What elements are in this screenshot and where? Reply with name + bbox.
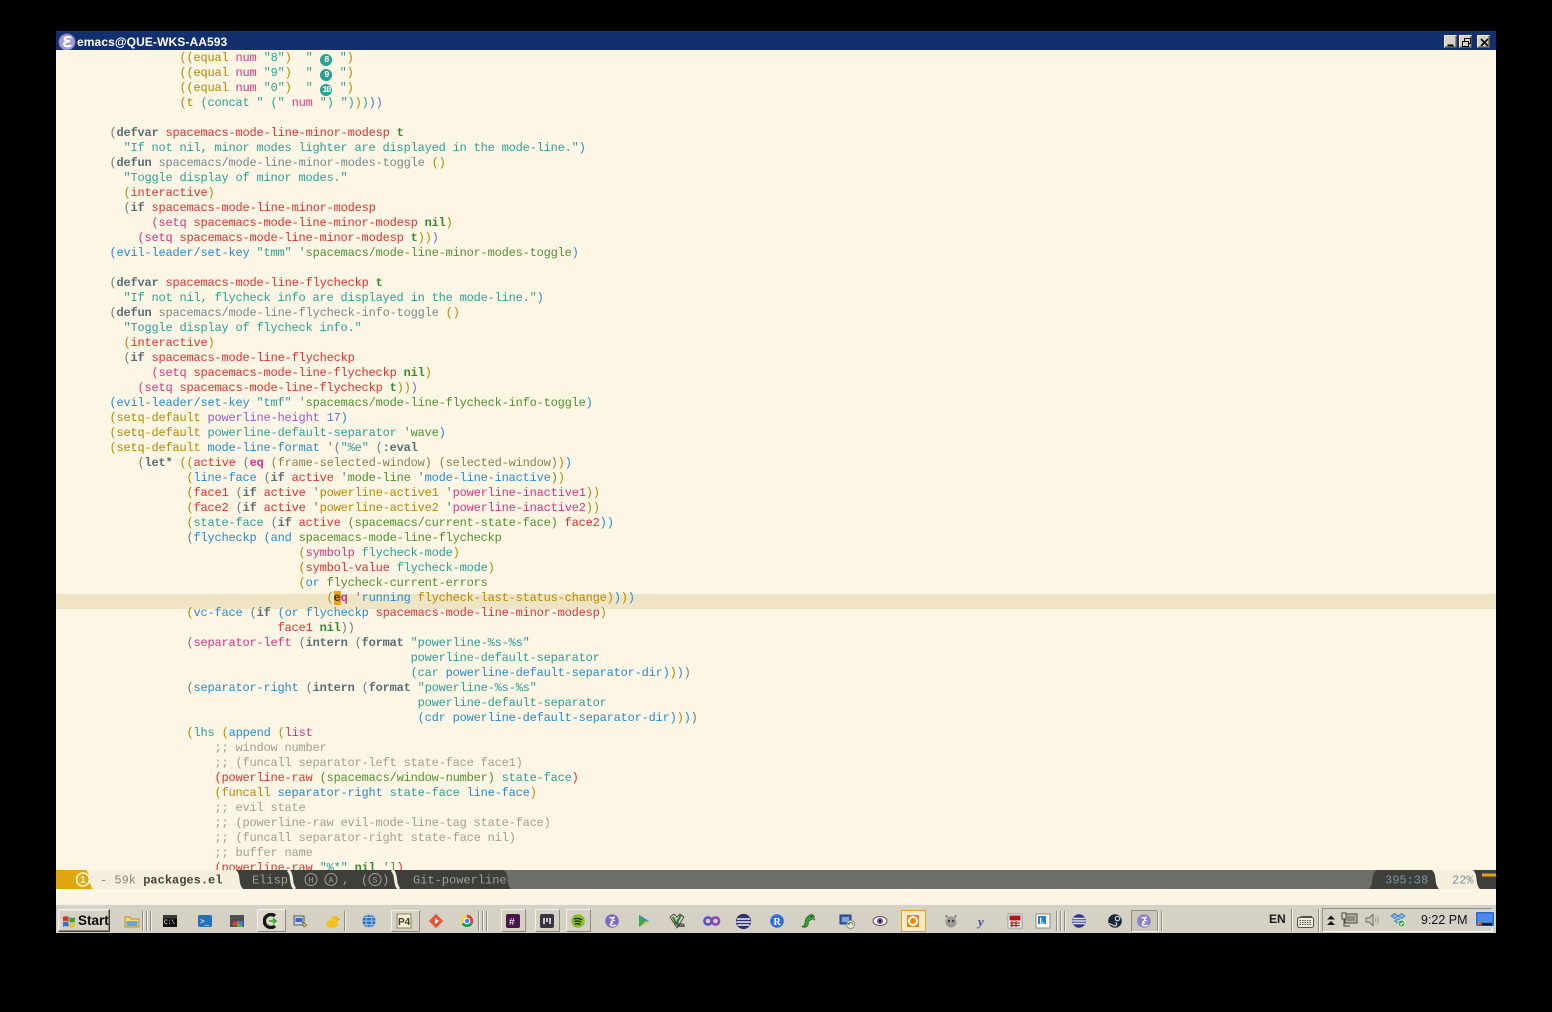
svg-text:- 59k packages.el: - 59k packages.el: [100, 874, 222, 888]
svg-text:Git-powerline: Git-powerline: [413, 874, 507, 888]
svg-text:Elisp: Elisp: [252, 874, 288, 888]
svg-text:L: L: [1040, 917, 1045, 926]
svg-text:H: H: [309, 877, 314, 886]
svg-text:,: ,: [342, 874, 349, 888]
svg-text:1: 1: [80, 875, 86, 886]
svg-text:y: y: [976, 914, 984, 929]
svg-text:(: (: [361, 874, 368, 888]
svg-text:A: A: [329, 877, 334, 886]
svg-text:#: #: [509, 917, 515, 928]
svg-text:P4: P4: [398, 917, 411, 928]
svg-text:395:38: 395:38: [1385, 874, 1428, 888]
svg-text:22%: 22%: [1452, 874, 1474, 888]
svg-text:>_: >_: [200, 917, 210, 926]
svg-text:C:\: C:\: [164, 919, 175, 926]
svg-text:im: im: [677, 921, 685, 929]
svg-text:R: R: [774, 917, 782, 928]
svg-text:S: S: [373, 877, 378, 886]
svg-text:): ): [382, 874, 389, 888]
